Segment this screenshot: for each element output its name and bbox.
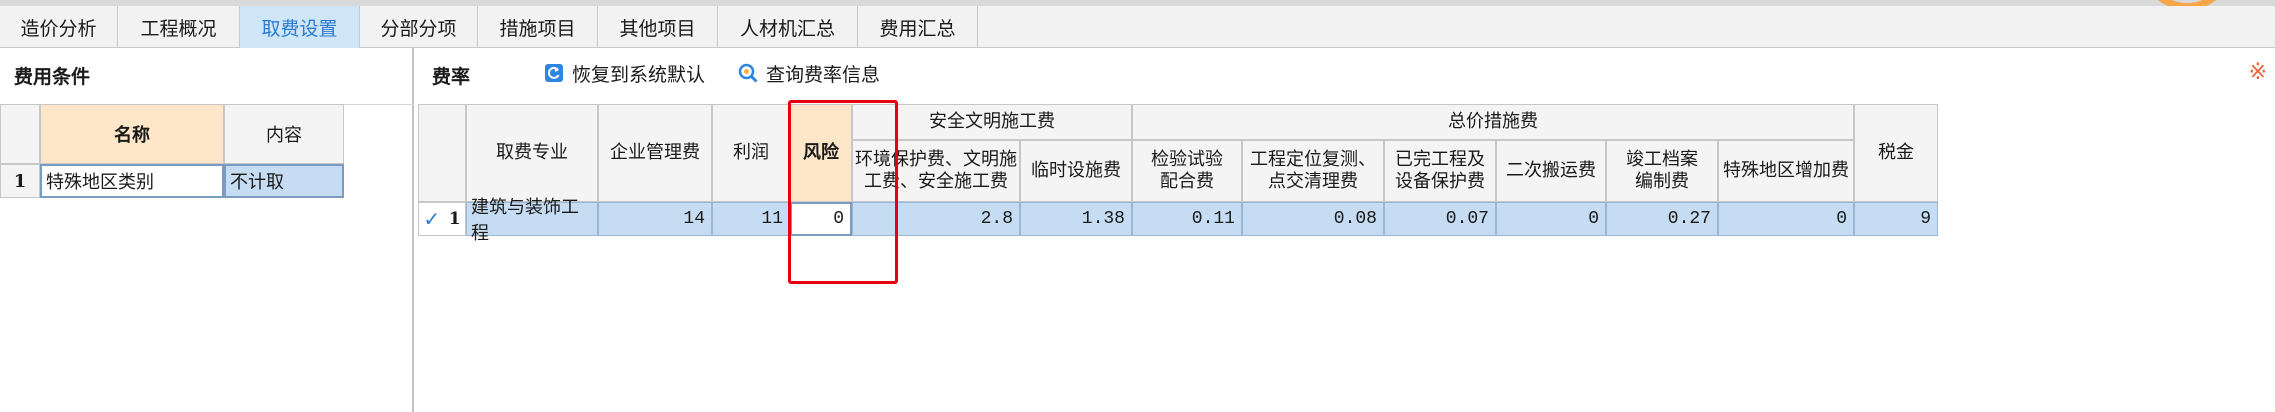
cell-secondary-transport[interactable]: 0: [1496, 202, 1606, 236]
cell-management-fee[interactable]: 14: [598, 202, 712, 236]
header-finished-protection[interactable]: 已完工程及设备保护费: [1384, 140, 1496, 202]
tab-fee-settings[interactable]: 取费设置: [240, 6, 360, 48]
cell-risk-input[interactable]: 0: [790, 202, 852, 236]
tab-measures[interactable]: 措施项目: [478, 6, 598, 48]
header-archive-compilation[interactable]: 竣工档案编制费: [1606, 140, 1718, 202]
row-index: 1: [448, 209, 461, 229]
panel-title: 费用条件: [14, 66, 91, 88]
cell-environment-protection[interactable]: 2.8: [852, 202, 1020, 236]
header-fee-major[interactable]: 取费专业: [466, 104, 598, 202]
query-rate-button[interactable]: 查询费率信息: [738, 60, 880, 86]
header-tax[interactable]: 税金: [1854, 104, 1938, 202]
header-secondary-transport[interactable]: 二次搬运费: [1496, 140, 1606, 202]
header-safety-civilized-group: 安全文明施工费: [852, 104, 1132, 140]
rate-title: 费率: [432, 66, 471, 88]
restore-default-label: 恢复到系统默认: [572, 63, 706, 86]
restore-icon: [544, 63, 564, 83]
header-special-region[interactable]: 特殊地区增加费: [1718, 140, 1854, 202]
grid-corner-cell: [418, 104, 466, 202]
cell-positioning-survey[interactable]: 0.08: [1242, 202, 1384, 236]
reference-mark-icon: ※: [2248, 60, 2267, 85]
tab-project-overview[interactable]: 工程概况: [118, 6, 240, 48]
cell-finished-protection[interactable]: 0.07: [1384, 202, 1496, 236]
restore-default-button[interactable]: 恢复到系统默认: [544, 60, 705, 86]
column-header-content[interactable]: 内容: [224, 104, 344, 164]
tab-cost-analysis[interactable]: 造价分析: [0, 6, 118, 48]
tab-other-items[interactable]: 其他项目: [598, 6, 718, 48]
row-index: 1: [0, 164, 40, 198]
cell-inspection-test[interactable]: 0.11: [1132, 202, 1242, 236]
condition-content-cell[interactable]: 不计取: [224, 164, 344, 198]
cell-special-region[interactable]: 0: [1718, 202, 1854, 236]
cell-fee-major[interactable]: 建筑与装饰工程: [466, 197, 598, 244]
fee-conditions-panel: 费用条件 名称 内容 1 特殊地区类别 不计取: [0, 48, 414, 412]
tab-labor-material-machine[interactable]: 人材机汇总: [718, 6, 858, 48]
header-total-measures-group: 总价措施费: [1132, 104, 1854, 140]
cell-tax[interactable]: 9: [1854, 202, 1938, 236]
header-environment-protection[interactable]: 环境保护费、文明施工费、安全施工费: [852, 140, 1020, 202]
cell-profit[interactable]: 11: [712, 202, 790, 236]
header-inspection-test[interactable]: 检验试验配合费: [1132, 140, 1242, 202]
row-selector[interactable]: ✓ 1: [418, 202, 466, 236]
tab-fee-summary[interactable]: 费用汇总: [858, 6, 978, 48]
query-icon: [738, 63, 758, 83]
cell-temporary-facilities[interactable]: 1.38: [1020, 202, 1132, 236]
tab-sub-items[interactable]: 分部分项: [360, 6, 478, 48]
header-temporary-facilities[interactable]: 临时设施费: [1020, 140, 1132, 202]
column-header-name[interactable]: 名称: [40, 104, 224, 164]
check-icon: ✓: [423, 207, 441, 231]
header-profit[interactable]: 利润: [712, 104, 790, 202]
header-positioning-survey[interactable]: 工程定位复测、点交清理费: [1242, 140, 1384, 202]
tab-bar: 造价分析 工程概况 取费设置 分部分项 措施项目 其他项目 人材机汇总 费用汇总: [0, 6, 2275, 48]
header-risk[interactable]: 风险: [790, 104, 852, 202]
condition-name-cell[interactable]: 特殊地区类别: [40, 164, 224, 198]
cell-archive-compilation[interactable]: 0.27: [1606, 202, 1718, 236]
header-management-fee[interactable]: 企业管理费: [598, 104, 712, 202]
corner-cell: [0, 104, 40, 164]
query-rate-label: 查询费率信息: [766, 63, 881, 86]
